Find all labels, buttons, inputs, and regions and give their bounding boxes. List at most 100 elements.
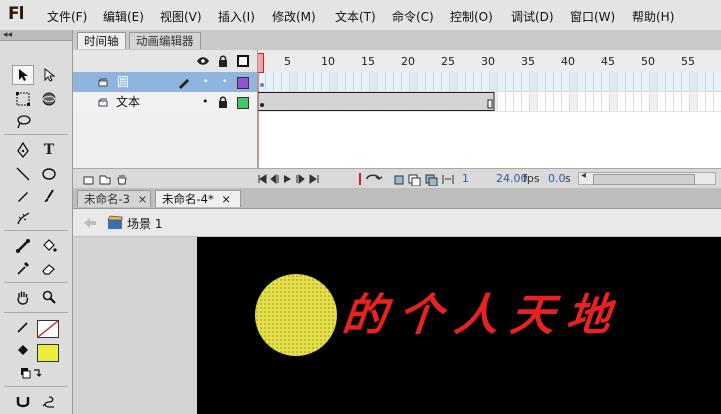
layer-color-swatch[interactable] <box>237 97 249 109</box>
stroke-color-swatch[interactable] <box>37 320 59 338</box>
free-transform-tool[interactable] <box>12 89 34 109</box>
eyedropper-tool[interactable] <box>12 258 34 278</box>
visibility-dot-icon[interactable]: • <box>203 72 208 92</box>
breadcrumb: 场景 1 <box>73 209 721 237</box>
menu-file[interactable]: 文件(F) <box>47 8 87 25</box>
pen-tool[interactable] <box>12 140 34 160</box>
ruler-number: 30 <box>481 55 495 68</box>
ruler-number: 20 <box>401 55 415 68</box>
outline-icon[interactable] <box>237 55 249 67</box>
fill-color-swatch[interactable] <box>37 344 59 362</box>
paint-bucket-icon <box>43 239 57 252</box>
text-tool[interactable]: T <box>38 140 60 160</box>
menu-command[interactable]: 命令(C) <box>392 8 434 25</box>
3d-rotation-tool[interactable] <box>38 89 60 109</box>
swap-colors-tool[interactable] <box>20 364 42 384</box>
subselection-tool[interactable] <box>38 65 60 85</box>
elapsed-time-value[interactable]: 0.0 <box>548 172 566 185</box>
lasso-icon <box>17 115 31 129</box>
menu-help[interactable]: 帮助(H) <box>632 8 674 25</box>
menu-text[interactable]: 文本(T) <box>335 8 376 25</box>
tab-motion-editor[interactable]: 动画编辑器 <box>129 32 201 49</box>
arrow-icon <box>19 69 28 81</box>
close-icon[interactable]: × <box>138 192 148 206</box>
scene-name[interactable]: 场景 1 <box>127 215 162 232</box>
frames-area[interactable]: 1 5 10 15 20 25 30 35 40 45 50 55 <box>258 50 721 168</box>
snap-tool[interactable] <box>12 392 34 412</box>
menu-edit[interactable]: 编辑(E) <box>103 8 144 25</box>
menu-modify[interactable]: 修改(M) <box>272 8 316 25</box>
brush-icon <box>44 189 54 202</box>
brush-tool[interactable] <box>38 186 60 206</box>
oval-tool[interactable] <box>38 164 60 184</box>
layer-row-text[interactable]: 文本 • <box>73 92 257 112</box>
tab-document-untitled-3[interactable]: 未命名-3 × <box>77 190 151 207</box>
elapsed-time-unit: s <box>565 172 571 185</box>
frame-ruler[interactable]: 1 5 10 15 20 25 30 35 40 45 50 55 <box>258 50 721 73</box>
playhead[interactable] <box>258 53 264 73</box>
tools-panel-header[interactable]: ◂◂ <box>0 30 72 41</box>
current-frame[interactable]: 1 <box>462 172 469 185</box>
tab-timeline[interactable]: 时间轴 <box>77 32 126 49</box>
lock-icon[interactable] <box>218 96 228 108</box>
collapse-icon[interactable]: ◂◂ <box>3 30 12 40</box>
scrollbar-thumb[interactable] <box>593 174 695 185</box>
zoom-tool[interactable] <box>38 287 60 307</box>
lasso-tool[interactable] <box>12 112 34 132</box>
close-icon[interactable]: × <box>221 192 231 206</box>
timeline-scrollbar[interactable]: ◂ <box>578 170 716 185</box>
hand-tool[interactable] <box>12 287 34 307</box>
oval-icon <box>42 168 56 180</box>
menu-insert[interactable]: 插入(I) <box>218 8 255 25</box>
playback-controls-icon[interactable] <box>257 173 337 185</box>
onion-skin-icons[interactable] <box>393 172 459 186</box>
hollow-arrow-icon <box>44 68 56 82</box>
eraser-tool[interactable] <box>38 258 60 278</box>
line-icon <box>16 167 30 181</box>
lock-icon[interactable] <box>218 55 228 67</box>
smooth-tool[interactable] <box>38 392 60 412</box>
timeline-tabs: 时间轴 动画编辑器 <box>73 30 721 51</box>
layer-buttons-icon[interactable] <box>83 173 131 185</box>
smooth-icon <box>42 396 54 408</box>
stage-canvas[interactable]: 的个人天地 <box>197 237 721 414</box>
ruler-number: 15 <box>361 55 375 68</box>
layer-name[interactable]: 圆 <box>117 72 129 92</box>
layer-color-swatch[interactable] <box>237 77 249 89</box>
fill-color-tool[interactable] <box>12 341 34 361</box>
frame-span-text <box>258 92 495 111</box>
tool-separator <box>4 134 68 135</box>
line-tool[interactable] <box>12 164 34 184</box>
frame-grid <box>258 72 721 168</box>
visibility-dot-icon[interactable]: • <box>202 92 209 112</box>
eye-icon[interactable] <box>196 56 210 66</box>
loop-icon[interactable] <box>358 172 388 186</box>
ruler-number: 5 <box>284 55 291 68</box>
menu-view[interactable]: 视图(V) <box>160 8 202 25</box>
ruler-number: 50 <box>641 55 655 68</box>
stroke-color-tool[interactable] <box>12 317 34 337</box>
stage-text[interactable]: 的个人天地 <box>340 279 627 343</box>
tab-document-untitled-4[interactable]: 未命名-4* × <box>155 190 241 207</box>
eraser-icon <box>42 264 55 275</box>
back-arrow-icon[interactable] <box>83 217 97 229</box>
ruler-number: 40 <box>561 55 575 68</box>
ruler-number: 45 <box>601 55 615 68</box>
scroll-left-icon[interactable]: ◂ <box>581 170 586 181</box>
menu-debug[interactable]: 调试(D) <box>511 8 554 25</box>
lock-dot-icon[interactable]: • <box>222 72 227 92</box>
layer-name[interactable]: 文本 <box>116 92 140 112</box>
document-tabs: 未命名-3 × 未命名-4* × <box>73 188 721 209</box>
bone-tool[interactable] <box>12 236 34 256</box>
magnifier-icon <box>42 290 56 304</box>
pencil-icon <box>18 192 28 202</box>
tab-title: 未命名-4* <box>162 192 214 206</box>
selection-tool[interactable] <box>12 65 34 85</box>
menu-control[interactable]: 控制(O) <box>450 8 493 25</box>
deco-tool[interactable] <box>12 208 34 228</box>
pencil-tool[interactable] <box>12 186 34 206</box>
paint-bucket-tool[interactable] <box>38 236 60 256</box>
layer-row-circle[interactable]: 圆 • • <box>73 72 257 92</box>
yellow-circle[interactable] <box>255 274 337 356</box>
menu-window[interactable]: 窗口(W) <box>570 8 615 25</box>
